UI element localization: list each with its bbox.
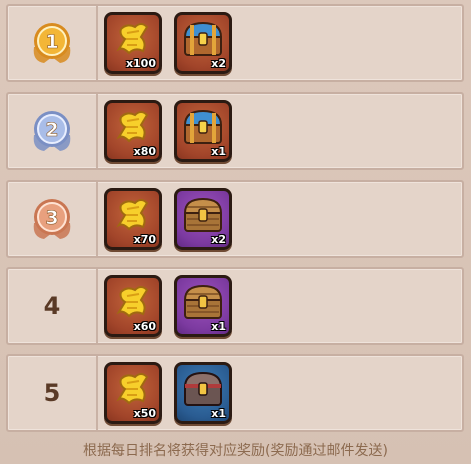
rank-row-4: 4 x60 x1	[6, 267, 464, 345]
row-divider	[96, 269, 98, 343]
reward-quantity: x1	[211, 407, 226, 420]
reward-list: x70 x2	[104, 188, 232, 252]
reward-quantity: x70	[133, 233, 156, 246]
gold-scroll-icon	[116, 199, 149, 231]
gold-medal-icon: 1	[33, 23, 71, 63]
wooden-chest-icon	[183, 284, 223, 319]
reward-list: x50 x1	[104, 362, 232, 426]
reward-list: x100 x2	[104, 12, 232, 76]
svg-text:3: 3	[45, 207, 58, 229]
gold-scroll-icon	[116, 23, 149, 55]
rank-number: 4	[43, 292, 61, 320]
reward-quantity: x50	[133, 407, 156, 420]
reward-quantity: x60	[133, 320, 156, 333]
reward-item[interactable]: x80	[104, 100, 162, 162]
reward-list: x80 x1	[104, 100, 232, 164]
rank-indicator: 3	[8, 182, 96, 256]
rank-row-5: 5 x50 x1	[6, 354, 464, 432]
row-divider	[96, 182, 98, 256]
reward-list: x60 x1	[104, 275, 232, 339]
rank-row-3: 3 x70 x2	[6, 180, 464, 258]
rank-row-1: 1 x100 x2	[6, 4, 464, 82]
blue-chest-icon	[183, 21, 223, 56]
gold-scroll-icon	[116, 286, 149, 318]
reward-quantity: x2	[211, 57, 226, 70]
reward-item[interactable]: x2	[174, 188, 232, 250]
reward-item[interactable]: x100	[104, 12, 162, 74]
row-divider	[96, 6, 98, 80]
reward-item[interactable]: x70	[104, 188, 162, 250]
silver-medal-icon: 2	[33, 111, 71, 151]
row-divider	[96, 356, 98, 430]
reward-quantity: x1	[211, 320, 226, 333]
rank-number: 5	[43, 379, 61, 407]
reward-quantity: x80	[133, 145, 156, 158]
blue-chest-icon	[183, 109, 223, 144]
reward-quantity: x100	[125, 57, 156, 70]
reward-item[interactable]: x60	[104, 275, 162, 337]
reward-item[interactable]: x1	[174, 100, 232, 162]
rank-row-2: 2 x80 x1	[6, 92, 464, 170]
reward-note: 根据每日排名将获得对应奖励(奖励通过邮件发送)	[83, 443, 388, 459]
reward-item[interactable]: x1	[174, 362, 232, 424]
rank-indicator: 2	[8, 94, 96, 168]
row-divider	[96, 94, 98, 168]
reward-quantity: x1	[211, 145, 226, 158]
gold-scroll-icon	[116, 373, 149, 405]
ranking-rewards-panel: 1 x100 x2 2 x80 x1 3 x70 x2 4 x60 x1 5 x…	[0, 0, 471, 464]
svg-text:2: 2	[45, 119, 58, 141]
reward-item[interactable]: x2	[174, 12, 232, 74]
svg-text:1: 1	[45, 31, 58, 53]
iron-chest-icon	[183, 371, 223, 406]
reward-item[interactable]: x1	[174, 275, 232, 337]
gold-scroll-icon	[116, 111, 149, 143]
wooden-chest-icon	[183, 197, 223, 232]
bronze-medal-icon: 3	[33, 199, 71, 239]
rank-indicator: 5	[8, 356, 96, 430]
reward-quantity: x2	[211, 233, 226, 246]
rank-indicator: 1	[8, 6, 96, 80]
reward-item[interactable]: x50	[104, 362, 162, 424]
rank-indicator: 4	[8, 269, 96, 343]
